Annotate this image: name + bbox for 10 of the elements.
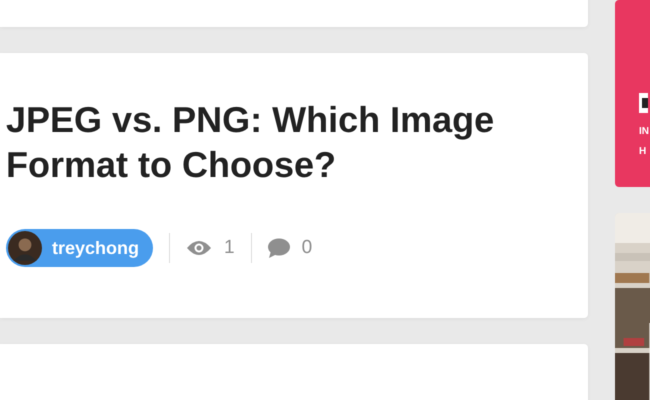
view-count: 1 [224,237,235,259]
promo-banner[interactable]: IN H [615,0,650,187]
article-title[interactable]: JPEG vs. PNG: Which Image Format to Choose? [6,97,546,187]
comment-icon [268,238,290,258]
promo-text: IN [639,125,649,139]
comment-count: 0 [302,237,312,259]
avatar [8,231,42,265]
author-link[interactable]: treychong [6,229,154,267]
eye-icon [186,240,212,256]
promo-text: H [639,145,646,159]
